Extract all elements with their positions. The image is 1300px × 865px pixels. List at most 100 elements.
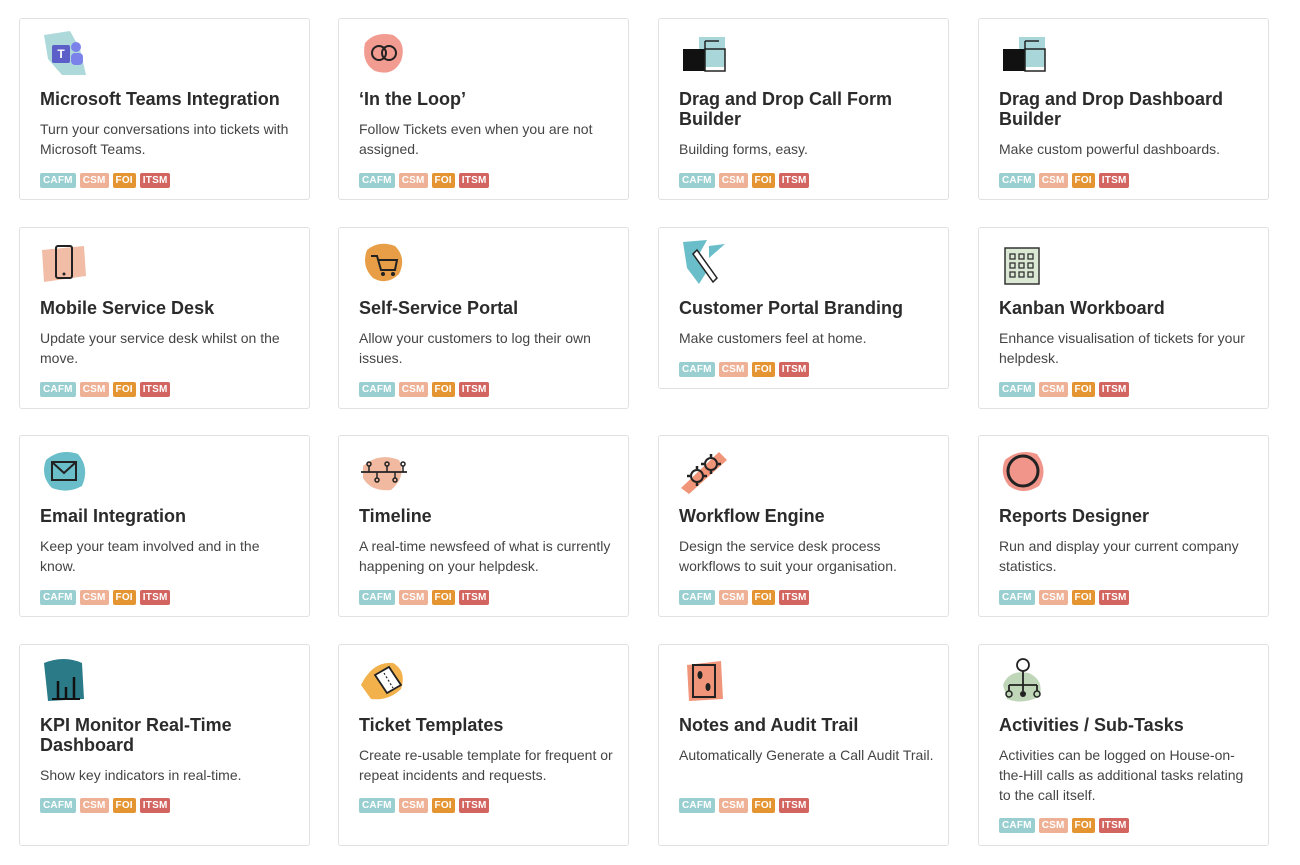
card-title: Ticket Templates bbox=[359, 715, 504, 735]
tag-csm: CSM bbox=[398, 173, 428, 188]
feature-card-dashboard-builder[interactable]: Drag and Drop Dashboard Builder Make cus… bbox=[978, 18, 1269, 200]
tag-csm: CSM bbox=[1038, 173, 1068, 188]
tag-cafm: CAFM bbox=[999, 173, 1035, 188]
tag-cafm: CAFM bbox=[40, 590, 76, 605]
footprints-icon bbox=[679, 655, 729, 705]
tag-list: CAFM CSM FOI ITSM bbox=[679, 798, 810, 813]
tag-itsm: ITSM bbox=[458, 382, 490, 397]
tag-list: CAFM CSM FOI ITSM bbox=[359, 590, 490, 605]
card-title: Mobile Service Desk bbox=[40, 298, 215, 318]
feature-card-mobile-service-desk[interactable]: Mobile Service Desk Update your service … bbox=[19, 227, 310, 409]
card-description: A real-time newsfeed of what is currentl… bbox=[359, 538, 611, 574]
hierarchy-icon bbox=[999, 655, 1049, 705]
tag-cafm: CAFM bbox=[40, 382, 76, 397]
tag-foi: FOI bbox=[431, 382, 455, 397]
tag-foi: FOI bbox=[1071, 590, 1095, 605]
tag-list: CAFM CSM FOI ITSM bbox=[40, 173, 171, 188]
tag-csm: CSM bbox=[79, 590, 109, 605]
feature-card-kpi-monitor[interactable]: KPI Monitor Real-Time Dashboard Show key… bbox=[19, 644, 310, 846]
card-description: Show key indicators in real-time. bbox=[40, 767, 242, 783]
cart-icon bbox=[359, 238, 409, 288]
tag-cafm: CAFM bbox=[359, 173, 395, 188]
card-title: ‘In the Loop’ bbox=[359, 89, 466, 109]
feature-card-reports-designer[interactable]: Reports Designer Run and display your cu… bbox=[978, 435, 1269, 617]
card-description: Run and display your current company sta… bbox=[999, 538, 1239, 574]
tag-foi: FOI bbox=[751, 362, 775, 377]
tag-list: CAFM CSM FOI ITSM bbox=[40, 798, 171, 813]
card-title: Drag and Drop Dashboard Builder bbox=[999, 89, 1224, 129]
feature-card-ticket-templates[interactable]: Ticket Templates Create re-usable templa… bbox=[338, 644, 629, 846]
feature-card-workflow-engine[interactable]: Workflow Engine Design the service desk … bbox=[658, 435, 949, 617]
card-description: Building forms, easy. bbox=[679, 141, 808, 157]
tag-foi: FOI bbox=[112, 798, 136, 813]
tag-itsm: ITSM bbox=[139, 173, 171, 188]
tag-itsm: ITSM bbox=[1098, 173, 1130, 188]
tag-foi: FOI bbox=[112, 173, 136, 188]
card-title: KPI Monitor Real-Time Dashboard bbox=[40, 715, 232, 755]
tag-itsm: ITSM bbox=[458, 173, 490, 188]
tag-foi: FOI bbox=[1071, 382, 1095, 397]
feature-card-call-form-builder[interactable]: Drag and Drop Call Form Builder Building… bbox=[658, 18, 949, 200]
feature-card-notes-audit[interactable]: Notes and Audit Trail Automatically Gene… bbox=[658, 644, 949, 846]
tag-csm: CSM bbox=[1038, 818, 1068, 833]
tag-csm: CSM bbox=[79, 798, 109, 813]
feature-card-portal-branding[interactable]: Customer Portal Branding Make customers … bbox=[658, 227, 949, 389]
tag-list: CAFM CSM FOI ITSM bbox=[40, 590, 171, 605]
feature-card-self-service-portal[interactable]: Self-Service Portal Allow your customers… bbox=[338, 227, 629, 409]
tag-list: CAFM CSM FOI ITSM bbox=[359, 382, 490, 397]
tag-cafm: CAFM bbox=[40, 173, 76, 188]
tag-csm: CSM bbox=[718, 362, 748, 377]
loop-icon bbox=[359, 29, 409, 79]
card-title: Customer Portal Branding bbox=[679, 298, 904, 318]
drag-drop-icon bbox=[999, 29, 1049, 79]
tag-itsm: ITSM bbox=[139, 798, 171, 813]
feature-card-email-integration[interactable]: Email Integration Keep your team involve… bbox=[19, 435, 310, 617]
card-title: Microsoft Teams Integration bbox=[40, 89, 280, 109]
tag-list: CAFM CSM FOI ITSM bbox=[679, 173, 810, 188]
envelope-icon bbox=[40, 446, 90, 496]
tag-csm: CSM bbox=[398, 382, 428, 397]
card-description: Follow Tickets even when you are not ass… bbox=[359, 121, 593, 157]
tag-cafm: CAFM bbox=[999, 818, 1035, 833]
feature-card-timeline[interactable]: Timeline A real-time newsfeed of what is… bbox=[338, 435, 629, 617]
tag-foi: FOI bbox=[751, 590, 775, 605]
tag-cafm: CAFM bbox=[679, 590, 715, 605]
timeline-icon bbox=[359, 446, 409, 496]
feature-card-activities-subtasks[interactable]: Activities / Sub-Tasks Activities can be… bbox=[978, 644, 1269, 846]
tag-itsm: ITSM bbox=[778, 798, 810, 813]
tag-csm: CSM bbox=[718, 798, 748, 813]
tag-foi: FOI bbox=[1071, 173, 1095, 188]
card-title: Email Integration bbox=[40, 506, 187, 526]
card-description: Create re-usable template for frequent o… bbox=[359, 747, 613, 783]
tag-foi: FOI bbox=[431, 173, 455, 188]
card-description: Enhance visualisation of tickets for you… bbox=[999, 330, 1245, 366]
tag-itsm: ITSM bbox=[1098, 818, 1130, 833]
tag-list: CAFM CSM FOI ITSM bbox=[359, 798, 490, 813]
card-description: Activities can be logged on House-on-the… bbox=[999, 747, 1244, 803]
tag-csm: CSM bbox=[1038, 382, 1068, 397]
gears-icon bbox=[679, 446, 729, 496]
brush-icon bbox=[679, 238, 729, 288]
card-description: Allow your customers to log their own is… bbox=[359, 330, 591, 366]
bar-chart-icon bbox=[40, 655, 90, 705]
drag-drop-icon bbox=[679, 29, 729, 79]
card-description: Turn your conversations into tickets wit… bbox=[40, 121, 289, 157]
kanban-icon bbox=[999, 238, 1049, 288]
tag-itsm: ITSM bbox=[1098, 382, 1130, 397]
tag-csm: CSM bbox=[718, 590, 748, 605]
tag-list: CAFM CSM FOI ITSM bbox=[359, 173, 490, 188]
tag-csm: CSM bbox=[79, 382, 109, 397]
tag-cafm: CAFM bbox=[679, 362, 715, 377]
tag-itsm: ITSM bbox=[139, 382, 171, 397]
feature-card-in-the-loop[interactable]: ‘In the Loop’ Follow Tickets even when y… bbox=[338, 18, 629, 200]
tag-cafm: CAFM bbox=[359, 382, 395, 397]
feature-card-teams[interactable]: T Microsoft Teams Integration Turn your … bbox=[19, 18, 310, 200]
tag-foi: FOI bbox=[1071, 818, 1095, 833]
feature-card-kanban-workboard[interactable]: Kanban Workboard Enhance visualisation o… bbox=[978, 227, 1269, 409]
tag-foi: FOI bbox=[431, 590, 455, 605]
mobile-icon bbox=[40, 238, 90, 288]
card-title: Workflow Engine bbox=[679, 506, 825, 526]
tag-list: CAFM CSM FOI ITSM bbox=[679, 362, 810, 377]
card-title: Notes and Audit Trail bbox=[679, 715, 859, 735]
tag-csm: CSM bbox=[1038, 590, 1068, 605]
